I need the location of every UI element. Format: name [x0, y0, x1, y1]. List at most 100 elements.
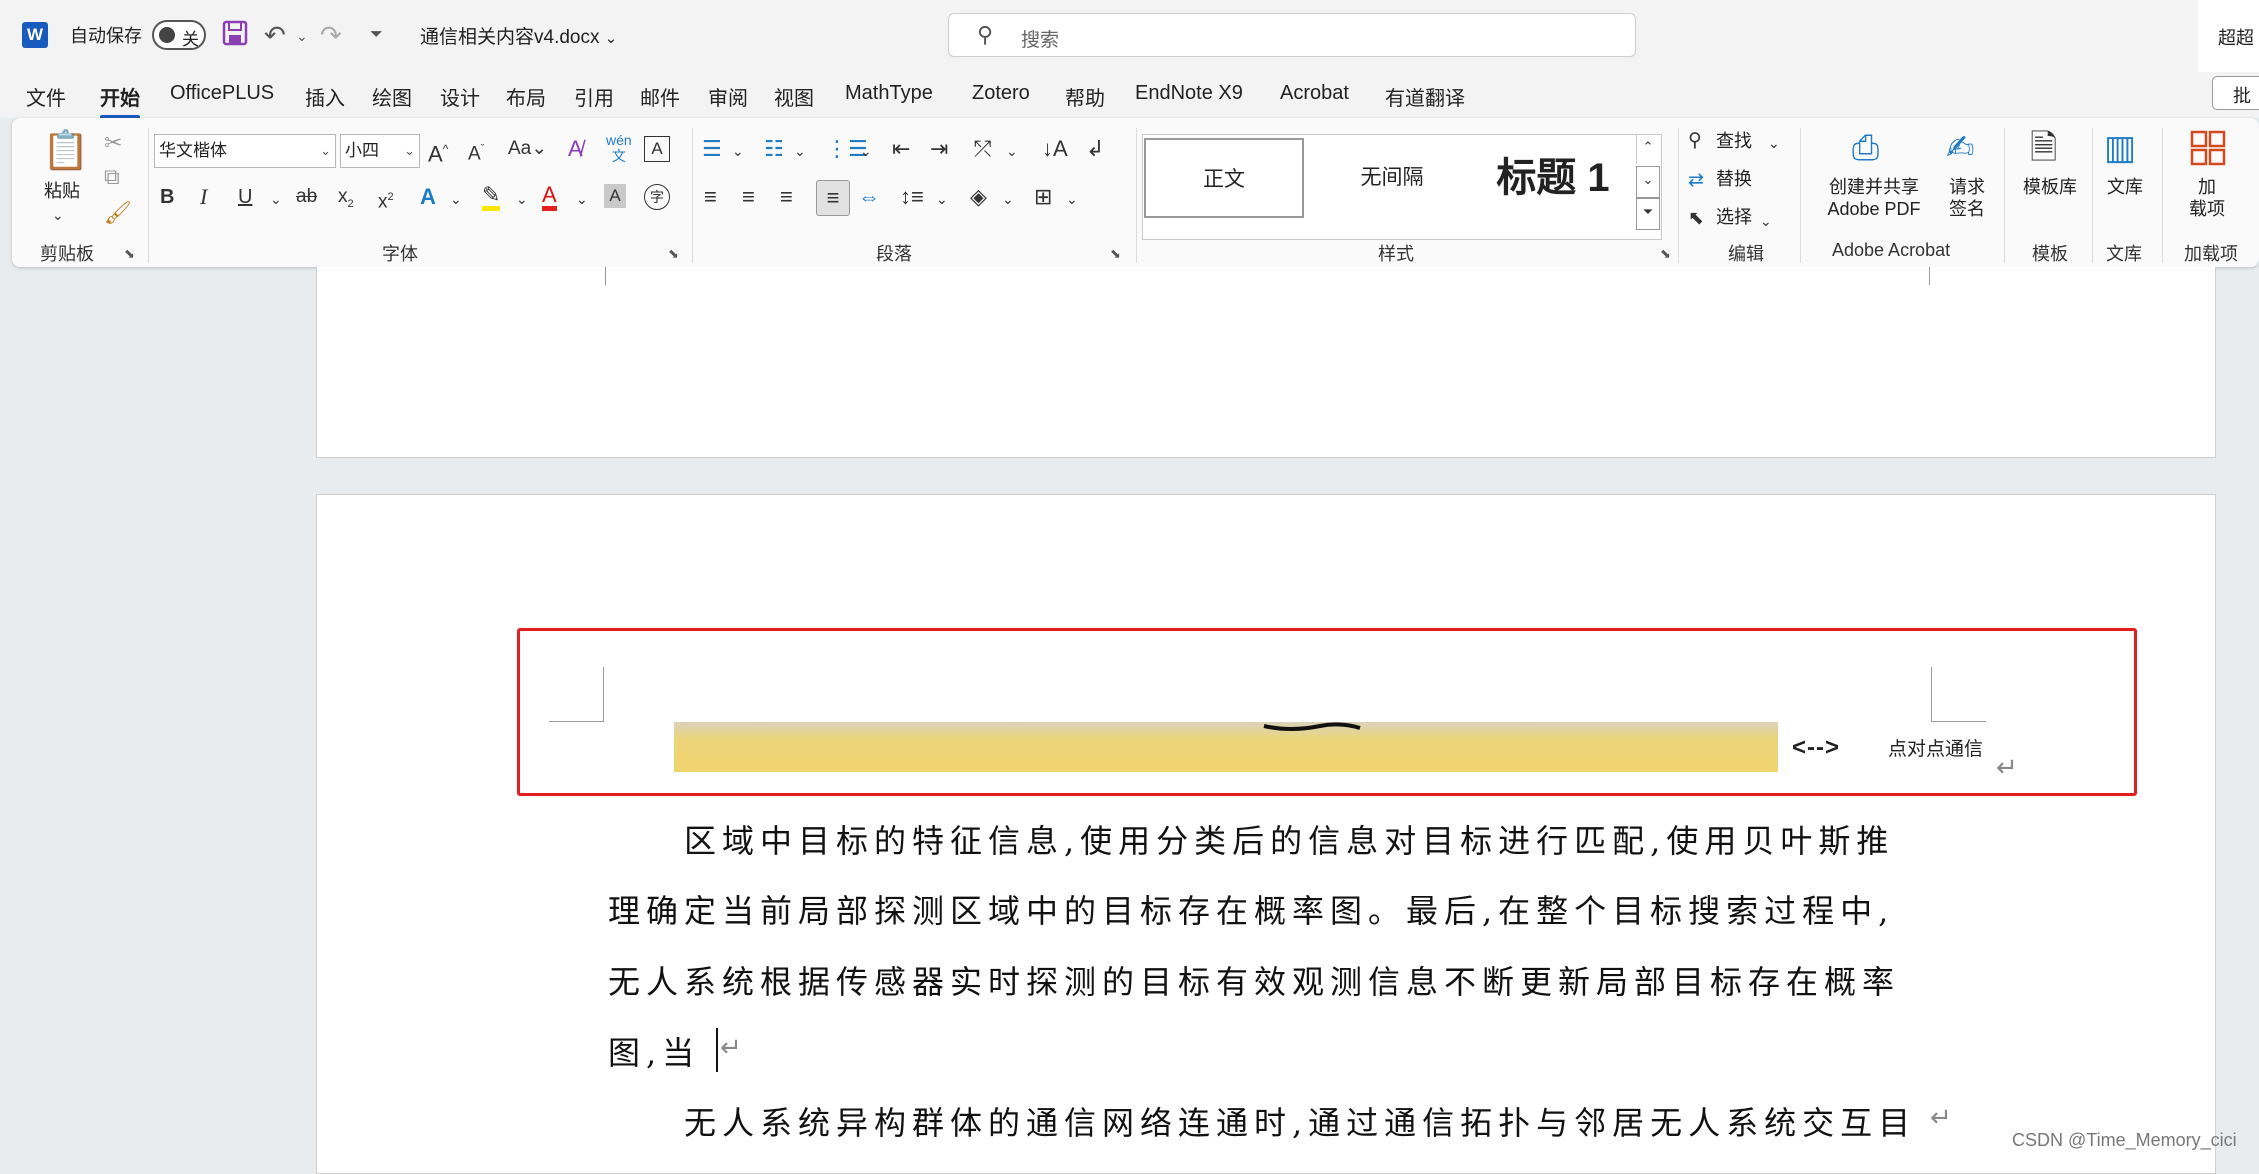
font-launcher-icon[interactable]: ⬊	[668, 246, 679, 262]
tab-home[interactable]: 开始	[100, 82, 140, 119]
justify-icon[interactable]: ≡	[816, 180, 850, 216]
cut-icon[interactable]: ✂	[104, 130, 122, 156]
select-cursor-icon[interactable]: ⬉	[1688, 206, 1704, 232]
bold-icon[interactable]: B	[160, 184, 174, 210]
tab-youdao[interactable]: 有道翻译	[1385, 82, 1465, 111]
tab-officeplus[interactable]: OfficePLUS	[170, 82, 274, 105]
shading-dropdown-icon[interactable]: ⌄	[1002, 186, 1014, 212]
phonetic-guide-icon[interactable]: wén 文	[606, 132, 632, 164]
styles-scroll-down-icon[interactable]: ⌄	[1636, 166, 1660, 198]
style-no-spacing[interactable]: 无间隔	[1312, 138, 1472, 218]
tab-review[interactable]: 审阅	[708, 82, 748, 111]
distributed-icon[interactable]: ⇔	[858, 184, 880, 210]
tab-draw[interactable]: 绘图	[372, 82, 412, 111]
addins-button[interactable]: 加载项	[2182, 176, 2232, 220]
tab-help[interactable]: 帮助	[1065, 82, 1105, 111]
grow-font-icon[interactable]: A^	[428, 136, 448, 167]
clipboard-launcher-icon[interactable]: ⬊	[124, 246, 135, 262]
increase-indent-icon[interactable]: ⇥	[930, 136, 948, 162]
change-case-icon[interactable]: Aa⌄	[508, 136, 547, 162]
subscript-icon[interactable]: x2	[338, 184, 354, 217]
numbering-dropdown-icon[interactable]: ⌄	[794, 138, 806, 164]
show-marks-icon[interactable]: ↲	[1086, 136, 1104, 162]
find-icon[interactable]: ⚲	[1688, 128, 1702, 154]
style-normal[interactable]: 正文	[1144, 138, 1304, 218]
superscript-icon[interactable]: x2	[378, 184, 394, 215]
replace-icon[interactable]: ⇄	[1688, 168, 1704, 194]
align-right-icon[interactable]: ≡	[780, 184, 793, 210]
line-spacing-dropdown-icon[interactable]: ⌄	[936, 186, 948, 212]
search-input[interactable]: ⚲ 搜索	[948, 13, 1636, 57]
paste-icon[interactable]: 📋	[42, 128, 89, 174]
decrease-indent-icon[interactable]: ⇤	[892, 136, 910, 162]
styles-launcher-icon[interactable]: ⬊	[1660, 246, 1671, 262]
share-button[interactable]: 批	[2212, 76, 2259, 110]
request-signature-button[interactable]: 请求 签名	[1942, 176, 1992, 220]
tab-endnote[interactable]: EndNote X9	[1135, 82, 1243, 105]
create-pdf-icon[interactable]: ⎙	[1852, 128, 1879, 168]
paste-label[interactable]: 粘贴	[40, 180, 84, 202]
font-size-select[interactable]: 小四 ⌄	[340, 134, 420, 168]
font-color-icon[interactable]: A	[542, 182, 557, 211]
tab-mailings[interactable]: 邮件	[640, 82, 680, 111]
tab-zotero[interactable]: Zotero	[972, 82, 1030, 105]
tab-file[interactable]: 文件	[26, 82, 66, 111]
library-button[interactable]: 文库	[2100, 176, 2150, 198]
customize-toolbar-icon[interactable]: ⏷	[370, 26, 383, 44]
tab-layout[interactable]: 布局	[506, 82, 546, 111]
template-library-button[interactable]: 模板库	[2012, 176, 2088, 198]
numbering-icon[interactable]: ☷	[764, 136, 784, 162]
create-share-pdf-button[interactable]: 创建并共享 Adobe PDF	[1812, 176, 1936, 220]
enclose-characters-icon[interactable]: 字	[644, 184, 670, 210]
text-direction-dropdown-icon[interactable]: ⌄	[1006, 138, 1018, 164]
undo-dropdown-icon[interactable]: ⌄	[296, 28, 308, 45]
tab-references[interactable]: 引用	[574, 82, 614, 111]
text-effects-dropdown-icon[interactable]: ⌄	[450, 186, 462, 212]
style-heading-1[interactable]: 标题 1	[1478, 138, 1628, 218]
text-effects-icon[interactable]: A	[420, 184, 436, 210]
copy-icon[interactable]: ⧉	[104, 164, 120, 190]
select-dropdown-icon[interactable]: ⌄	[1760, 208, 1772, 234]
shading-icon[interactable]: ◈	[970, 184, 987, 210]
italic-icon[interactable]: I	[200, 184, 207, 210]
document-title[interactable]: 通信相关内容v4.docx ⌄	[420, 22, 617, 49]
underline-dropdown-icon[interactable]: ⌄	[270, 186, 282, 212]
tab-design[interactable]: 设计	[440, 82, 480, 111]
replace-label[interactable]: 替换	[1716, 168, 1752, 190]
save-icon[interactable]	[222, 20, 248, 53]
addins-icon[interactable]	[2190, 128, 2226, 168]
paragraph-launcher-icon[interactable]: ⬊	[1110, 246, 1121, 262]
undo-icon[interactable]: ↶	[264, 20, 286, 51]
tab-insert[interactable]: 插入	[305, 82, 345, 111]
request-signature-icon[interactable]: ✍	[1946, 128, 1975, 168]
tab-view[interactable]: 视图	[774, 82, 814, 111]
underline-icon[interactable]: U	[238, 184, 252, 210]
shrink-font-icon[interactable]: Aˇ	[468, 136, 484, 167]
paste-dropdown-icon[interactable]: ⌄	[52, 202, 64, 228]
text-direction-icon[interactable]: ⤱	[974, 136, 992, 162]
clear-formatting-icon[interactable]: A̸	[568, 136, 583, 162]
select-label[interactable]: 选择	[1716, 206, 1752, 228]
account-tab[interactable]: 超超	[2198, 0, 2259, 72]
borders-dropdown-icon[interactable]: ⌄	[1066, 186, 1078, 212]
borders-icon[interactable]: ⊞	[1034, 184, 1052, 210]
styles-scroll-up-icon[interactable]: ⌃	[1636, 134, 1659, 164]
font-name-select[interactable]: 华文楷体 ⌄	[154, 134, 336, 168]
find-label[interactable]: 查找	[1716, 130, 1752, 152]
format-painter-icon[interactable]: 🖌	[104, 200, 132, 226]
sort-icon[interactable]: ↓A	[1042, 136, 1068, 162]
styles-more-icon[interactable]: ⏷	[1636, 198, 1660, 230]
line-spacing-icon[interactable]: ↕≡	[900, 184, 924, 210]
find-dropdown-icon[interactable]: ⌄	[1768, 130, 1780, 156]
template-library-icon[interactable]: 🗎	[2030, 128, 2057, 168]
bullets-dropdown-icon[interactable]: ⌄	[732, 138, 744, 164]
align-center-icon[interactable]: ≡	[742, 184, 755, 210]
strikethrough-icon[interactable]: ab	[296, 184, 317, 210]
character-shading-icon[interactable]: A	[604, 184, 626, 208]
character-border-icon[interactable]: A	[644, 136, 670, 162]
font-color-dropdown-icon[interactable]: ⌄	[576, 186, 588, 212]
library-icon[interactable]: ▥	[2104, 128, 2136, 168]
align-left-icon[interactable]: ≡	[704, 184, 717, 210]
redo-icon[interactable]: ↷	[320, 20, 342, 51]
highlight-icon[interactable]: ✎	[482, 182, 501, 211]
